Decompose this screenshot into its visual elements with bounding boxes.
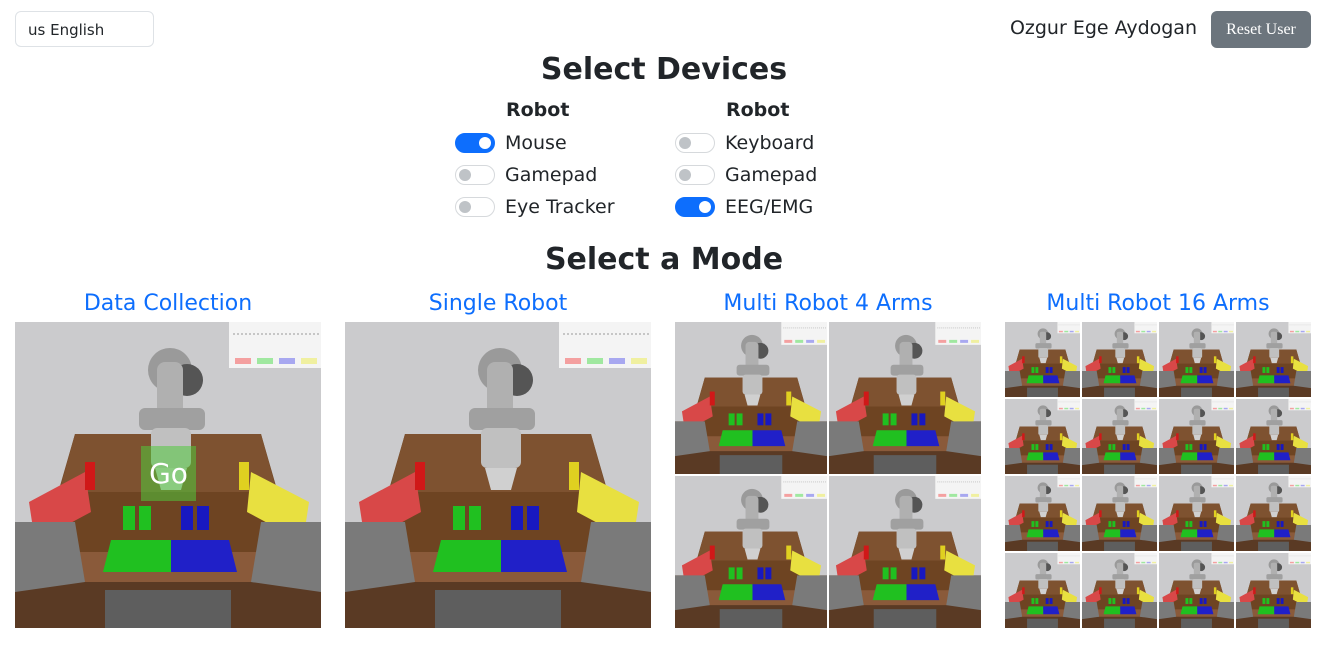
robot-scene-tile [1005, 322, 1080, 397]
robot-scene-tile [1005, 476, 1080, 551]
device-label: EEG/EMG [725, 196, 814, 218]
robot-scene-tile [1159, 553, 1234, 628]
robot-scene-tile [1082, 553, 1157, 628]
robot-scene-tile [675, 476, 827, 628]
device-row-gamepad[interactable]: Gamepad [455, 163, 597, 187]
device-label: Gamepad [725, 164, 818, 186]
mode-image-multi-robot-16[interactable] [1005, 322, 1311, 628]
robot-scene-image [345, 322, 651, 628]
select-mode-title: Select a Mode [544, 242, 784, 277]
device-row-eye-tracker[interactable]: Eye Tracker [455, 195, 615, 219]
robot-scene-tile [675, 322, 827, 474]
device-column-header: Robot [506, 99, 570, 121]
device-label: Gamepad [505, 164, 598, 186]
device-row-keyboard[interactable]: Keyboard [675, 131, 814, 155]
go-button[interactable]: Go [141, 446, 196, 501]
eye-tracker-toggle[interactable] [455, 197, 495, 217]
robot-scene-image [1005, 322, 1311, 628]
robot-scene-tile [1159, 476, 1234, 551]
gamepad-toggle[interactable] [455, 165, 495, 185]
keyboard-toggle[interactable] [675, 133, 715, 153]
mode-image-single-robot[interactable] [345, 322, 651, 628]
mode-link-multi-robot-4[interactable]: Multi Robot 4 Arms [675, 291, 981, 316]
device-row-eeg-emg[interactable]: EEG/EMG [675, 195, 813, 219]
device-label: Eye Tracker [505, 196, 615, 218]
mode-link-multi-robot-16[interactable]: Multi Robot 16 Arms [1005, 291, 1311, 316]
mouse-toggle[interactable] [455, 133, 495, 153]
device-row-gamepad-2[interactable]: Gamepad [675, 163, 817, 187]
robot-scene-tile [1082, 476, 1157, 551]
robot-scene-tile [1236, 476, 1311, 551]
mode-link-data-collection[interactable]: Data Collection [15, 291, 321, 316]
mode-image-data-collection[interactable]: Go [15, 322, 321, 628]
select-devices-title: Select Devices [540, 52, 788, 87]
robot-scene-tile [1005, 553, 1080, 628]
device-label: Mouse [505, 132, 567, 154]
device-row-mouse[interactable]: Mouse [455, 131, 567, 155]
robot-scene-tile [829, 322, 981, 474]
robot-scene-tile [1082, 399, 1157, 474]
robot-scene-tile [1005, 399, 1080, 474]
mode-link-single-robot[interactable]: Single Robot [345, 291, 651, 316]
robot-scene-tile [1159, 322, 1234, 397]
user-name: Ozgur Ege Aydogan [1009, 17, 1197, 39]
eeg-emg-toggle[interactable] [675, 197, 715, 217]
robot-scene-image [675, 322, 981, 628]
mode-image-multi-robot-4[interactable] [675, 322, 981, 628]
robot-scene-tile [1082, 322, 1157, 397]
robot-scene-tile [1236, 553, 1311, 628]
language-select[interactable]: us English [15, 11, 154, 47]
reset-user-button[interactable]: Reset User [1211, 11, 1311, 48]
robot-scene-tile [1236, 399, 1311, 474]
robot-scene-tile [1159, 399, 1234, 474]
device-column-header: Robot [726, 99, 790, 121]
gamepad-toggle[interactable] [675, 165, 715, 185]
robot-scene-tile [1236, 322, 1311, 397]
robot-scene-tile [345, 322, 651, 628]
device-label: Keyboard [725, 132, 815, 154]
robot-scene-tile [829, 476, 981, 628]
